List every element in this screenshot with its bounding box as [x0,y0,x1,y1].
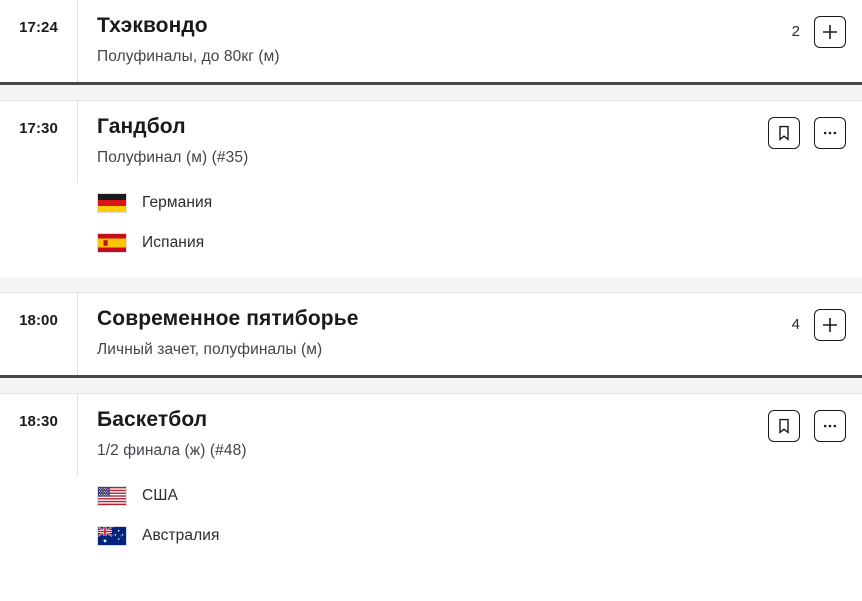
competitor-name: Испания [142,234,204,252]
event-sport-title: Современное пятиборье [97,305,792,333]
competitor-row[interactable]: США [0,476,862,516]
event-competitors: Германия Испания [0,183,862,277]
event-main-row[interactable]: 18:30 Баскетбол 1/2 финала (ж) (#48) [0,394,862,476]
event-actions: 4 [792,293,862,341]
event-time-cell: 18:00 [0,293,78,375]
competitor-row[interactable]: Германия [0,183,862,223]
event-group-separator-strong [0,375,862,394]
ellipsis-icon [820,123,840,143]
competitor-name: США [142,487,178,505]
more-options-button[interactable] [814,117,846,149]
competitor-row[interactable]: Испания [0,223,862,263]
event-details: Баскетбол 1/2 финала (ж) (#48) [78,394,768,476]
competitor-name: Германия [142,194,212,212]
event-group-separator [0,277,862,293]
flag-icon-de [97,193,127,213]
add-event-button[interactable] [814,16,846,48]
flag-icon-au [97,526,127,546]
event-time: 18:30 [19,413,58,430]
event-sport-title: Баскетбол [97,406,768,434]
event-item[interactable]: 18:30 Баскетбол 1/2 финала (ж) (#48) США А… [0,394,862,570]
event-phase-subtitle: Полуфинал (м) (#35) [97,147,768,169]
event-time: 17:24 [19,19,58,36]
flag-icon-us [97,486,127,506]
flag-icon-es [97,233,127,253]
event-actions [768,394,862,442]
bookmark-icon [774,123,794,143]
event-main-row[interactable]: 17:30 Гандбол Полуфинал (м) (#35) [0,101,862,183]
event-time: 17:30 [19,120,58,137]
event-schedule-list: 17:24 Тхэквондо Полуфиналы, до 80кг (м) 2… [0,0,862,570]
event-main-row[interactable]: 17:24 Тхэквондо Полуфиналы, до 80кг (м) 2 [0,0,862,82]
bookmark-event-button[interactable] [768,117,800,149]
event-details: Гандбол Полуфинал (м) (#35) [78,101,768,183]
event-item[interactable]: 17:30 Гандбол Полуфинал (м) (#35) Германи… [0,101,862,277]
event-time-cell: 17:24 [0,0,78,82]
event-sport-title: Гандбол [97,113,768,141]
event-actions [768,101,862,149]
event-details: Тхэквондо Полуфиналы, до 80кг (м) [78,0,792,82]
event-time-cell: 18:30 [0,394,78,476]
more-options-button[interactable] [814,410,846,442]
event-count-badge: 4 [792,309,800,341]
event-phase-subtitle: Личный зачет, полуфиналы (м) [97,339,792,361]
event-details: Современное пятиборье Личный зачет, полуф… [78,293,792,375]
ellipsis-icon [820,416,840,436]
event-competitors: США Австралия [0,476,862,570]
plus-icon [820,22,840,42]
event-actions: 2 [792,0,862,48]
event-phase-subtitle: 1/2 финала (ж) (#48) [97,440,768,462]
event-time-cell: 17:30 [0,101,78,183]
event-time: 18:00 [19,312,58,329]
event-group-separator-strong [0,82,862,101]
event-count-badge: 2 [792,16,800,48]
competitor-name: Австралия [142,527,219,545]
event-item[interactable]: 17:24 Тхэквондо Полуфиналы, до 80кг (м) 2 [0,0,862,82]
bookmark-event-button[interactable] [768,410,800,442]
event-sport-title: Тхэквондо [97,12,792,40]
add-event-button[interactable] [814,309,846,341]
event-phase-subtitle: Полуфиналы, до 80кг (м) [97,46,792,68]
competitor-row[interactable]: Австралия [0,516,862,556]
event-main-row[interactable]: 18:00 Современное пятиборье Личный зачет,… [0,293,862,375]
plus-icon [820,315,840,335]
event-item[interactable]: 18:00 Современное пятиборье Личный зачет,… [0,293,862,375]
bookmark-icon [774,416,794,436]
